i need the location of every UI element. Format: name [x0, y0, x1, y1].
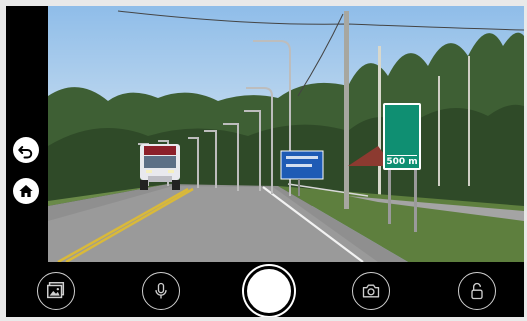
- camera-button[interactable]: [352, 272, 390, 310]
- sign-divider: [387, 155, 417, 156]
- unlock-button[interactable]: [458, 272, 496, 310]
- unlock-icon: [471, 282, 483, 300]
- sign-distance-label: 500 m: [386, 157, 418, 167]
- home-icon: [19, 185, 33, 197]
- microphone-icon: [155, 282, 167, 299]
- gallery-icon: [47, 282, 65, 299]
- microphone-button[interactable]: [142, 272, 180, 310]
- camera-app: 500 m: [6, 6, 524, 317]
- road-sign: 500 m: [383, 103, 421, 170]
- home-button[interactable]: [13, 178, 39, 204]
- undo-button[interactable]: [13, 137, 39, 163]
- camera-icon: [362, 284, 380, 298]
- road-scene: [48, 6, 524, 262]
- left-rail: [6, 6, 48, 262]
- bottom-toolbar: [6, 262, 524, 317]
- gallery-button[interactable]: [37, 272, 75, 310]
- undo-icon: [18, 146, 33, 159]
- camera-viewport[interactable]: 500 m: [48, 6, 524, 262]
- shutter-button[interactable]: [244, 266, 294, 316]
